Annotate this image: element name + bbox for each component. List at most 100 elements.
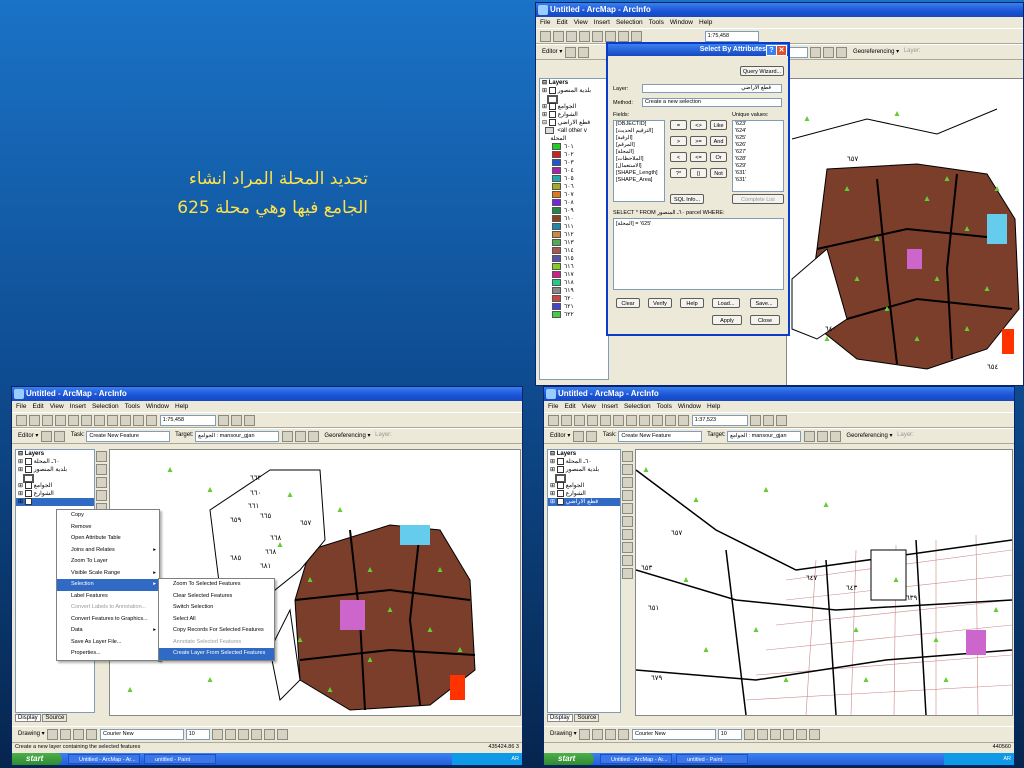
operator-button[interactable]: Or [710,152,727,162]
cut-icon[interactable] [600,415,611,426]
tab-display[interactable]: Display [15,714,41,722]
cut-icon[interactable] [592,31,603,42]
layer-select[interactable]: قطع الاراضي [642,84,782,93]
operator-button[interactable]: >= [690,136,707,146]
pan-icon[interactable] [622,490,633,501]
load-button[interactable]: Load... [712,298,740,308]
unique-value[interactable]: '629' [735,163,783,170]
complete-list-button[interactable]: Complete List [732,194,784,204]
window-titlebar[interactable]: Untitled - ArcMap - ArcInfo [536,3,1023,17]
field-item[interactable]: [الترقيم الحديث] [616,128,664,135]
font-size-combo[interactable]: 10 [185,729,210,740]
font-combo[interactable]: Courier New [100,729,185,740]
menu-joins-relates[interactable]: Joins and Relates ▸ [57,545,159,557]
italic-icon[interactable] [757,729,769,740]
select-elements-icon[interactable] [579,729,591,740]
field-item[interactable]: [المرقم] [616,142,664,149]
field-item[interactable]: [الملاحظات] [616,156,664,163]
arctoolbox-icon[interactable] [231,415,243,426]
menu-edit[interactable]: Edit [556,19,567,26]
operator-button[interactable]: Not [710,168,727,178]
menu-help[interactable]: Help [699,19,712,26]
map-view[interactable]: ٦٥٧ ٦٤٠ ٦٥٤ [786,78,1023,385]
grid-icon[interactable] [836,47,848,58]
menu-switch-selection[interactable]: Switch Selection [159,602,274,614]
zoom-in-icon[interactable] [96,451,107,462]
toc-item[interactable]: ⊞ ٦٠ـ المحلة [548,458,620,466]
menu-select-all[interactable]: Select All [159,614,274,626]
menu-zoom-to-selected[interactable]: Zoom To Selected Features [159,579,274,591]
task-paint[interactable]: untitled - Paint [144,754,216,764]
new-icon[interactable] [548,415,559,426]
menu-clear-selected[interactable]: Clear Selected Features [159,591,274,603]
field-item[interactable]: [الاستعمال] [616,163,664,170]
measure-icon[interactable] [810,47,822,58]
operator-button[interactable]: Like [710,120,727,130]
whats-this-icon[interactable] [776,415,788,426]
text-icon[interactable] [618,729,630,740]
menu-file[interactable]: File [540,19,550,26]
undo-icon[interactable] [120,415,131,426]
rotate-icon[interactable] [60,729,72,740]
unique-value[interactable]: '628' [735,156,783,163]
toc-root[interactable]: ⊟ Layers [540,79,608,87]
drawing-menu[interactable]: Drawing ▾ [18,730,45,737]
dialog-titlebar[interactable]: Select By Attributes? ✕ [608,44,788,56]
sketch-tool-icon[interactable] [54,431,66,442]
menu-view[interactable]: View [582,403,596,410]
save-icon[interactable] [574,415,585,426]
toc-item[interactable] [548,474,620,483]
close-button[interactable]: Close [750,315,780,325]
field-item[interactable]: [OBJECTID] [616,121,664,128]
unique-value[interactable]: '623' [735,121,783,128]
toc-item[interactable]: ⊞ الجوامع [548,482,620,490]
sql-info-button[interactable]: SQL Info... [670,194,704,204]
text-icon[interactable] [86,729,98,740]
operator-button[interactable]: () [690,168,707,178]
menu-help[interactable]: Help [175,403,188,410]
task-arcmap[interactable]: Untitled - ArcMap - Ar... [600,754,672,764]
toc-item[interactable]: ⊟ قطع الاراضي [540,119,608,127]
grid-icon[interactable] [829,431,841,442]
zoom-out-icon[interactable] [622,464,633,475]
new-icon[interactable] [540,31,551,42]
tab-source[interactable]: Source [42,714,68,722]
edit-tool-icon[interactable] [565,47,577,58]
copy-icon[interactable] [613,415,624,426]
window-titlebar[interactable]: Untitled - ArcMap - ArcInfo [12,387,522,401]
operator-button[interactable]: > [670,136,687,146]
menu-selection[interactable]: Selection ▸ [57,579,159,591]
clear-button[interactable]: Clear [616,298,640,308]
undo-icon[interactable] [652,415,663,426]
delete-icon[interactable] [107,415,118,426]
operator-button[interactable]: <= [690,152,707,162]
georeferencing-menu[interactable]: Georeferencing ▾ [846,432,892,439]
toc-item-selected[interactable]: ⊞ قطع الاراضي [548,498,620,506]
fixed-zoom-icon[interactable] [96,477,107,488]
field-item[interactable]: [SHAPE_Area] [616,177,664,184]
select-elements-icon[interactable] [47,729,59,740]
save-button[interactable]: Save... [750,298,778,308]
menu-remove[interactable]: Remove [57,522,159,534]
menu-convert-features[interactable]: Convert Features to Graphics... [57,614,159,626]
measure-icon[interactable] [803,431,815,442]
menu-zoom-to-layer[interactable]: Zoom To Layer [57,556,159,568]
identify-icon[interactable] [816,431,828,442]
zoom-out-icon[interactable] [96,464,107,475]
menu-edit[interactable]: Edit [564,403,575,410]
menu-edit[interactable]: Edit [32,403,43,410]
menu-properties[interactable]: Properties... [57,648,159,660]
add-data-icon[interactable] [146,415,157,426]
menu-selection[interactable]: Selection [92,403,119,410]
menu-label-features[interactable]: Label Features [57,591,159,603]
arctoolbox-icon[interactable] [763,415,775,426]
menu-create-layer-from-selected[interactable]: Create Layer From Selected Features [159,648,274,660]
cut-icon[interactable] [68,415,79,426]
toc-item[interactable]: ⊞ الشوارع [540,111,608,119]
menu-visible-scale-range[interactable]: Visible Scale Range ▸ [57,568,159,580]
copy-icon[interactable] [605,31,616,42]
menu-insert[interactable]: Insert [594,19,610,26]
menu-copy[interactable]: Copy [57,510,159,522]
add-data-icon[interactable] [678,415,689,426]
redo-icon[interactable] [133,415,144,426]
